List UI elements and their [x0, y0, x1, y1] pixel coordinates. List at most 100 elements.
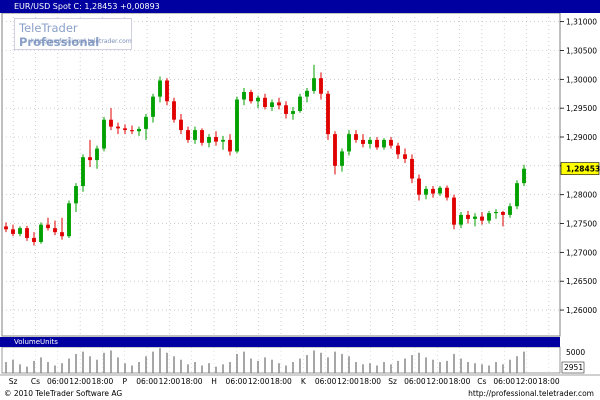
- y-tick-label: 1,27000: [566, 248, 597, 257]
- candle-body: [158, 80, 162, 97]
- x-tick-label: 12:00: [159, 377, 181, 386]
- candle-body: [53, 228, 57, 233]
- volume-bar: [110, 350, 112, 373]
- candle-body: [221, 139, 225, 142]
- candle-body: [333, 134, 337, 166]
- candle-body: [228, 139, 232, 152]
- candle-body: [396, 145, 400, 155]
- volume-bar: [502, 364, 504, 373]
- x-tick-label: 06:00: [315, 377, 337, 386]
- candle-body: [403, 154, 407, 159]
- candle-body: [193, 130, 197, 140]
- x-tick-label: Sz: [388, 377, 397, 386]
- candle-body: [354, 134, 358, 140]
- chart-header: EUR/USD Spot C: 1,28453 +0,00893: [0, 0, 600, 13]
- volume-bar: [131, 365, 133, 373]
- x-tick-label: Cs: [477, 377, 486, 386]
- x-tick-label: 12:00: [337, 377, 359, 386]
- volume-bar: [285, 365, 287, 373]
- candle-body: [389, 139, 393, 146]
- volume-bar: [292, 362, 294, 373]
- candle-body: [130, 130, 134, 132]
- candle-body: [417, 178, 421, 195]
- volume-bar: [61, 363, 63, 373]
- x-tick-label: Cs: [31, 377, 40, 386]
- x-tick-label: 12:00: [69, 377, 91, 386]
- candle-body: [284, 105, 288, 114]
- copyright: © 2010 TeleTrader Software AG: [4, 389, 123, 398]
- volume-bar: [257, 360, 259, 373]
- y-tick-label: 1,29000: [566, 133, 597, 142]
- candle-body: [459, 214, 463, 225]
- candle-body: [165, 80, 169, 102]
- footer: © 2010 TeleTrader Software AG http://pro…: [0, 387, 600, 400]
- candle-body: [501, 211, 505, 215]
- y-tick-label: 1,28000: [566, 191, 597, 200]
- candle-body: [214, 137, 218, 142]
- watermark-logo: TeleTrader Professional http://professio…: [14, 18, 132, 50]
- x-tick-label: 18:00: [449, 377, 471, 386]
- volume-bar: [439, 362, 441, 373]
- volume-bar: [89, 356, 91, 373]
- volume-bar: [390, 364, 392, 373]
- candle-body: [312, 78, 316, 91]
- volume-bar: [194, 362, 196, 373]
- volume-tick-top: 5000: [566, 348, 585, 357]
- volume-bar: [26, 366, 28, 373]
- volume-label: Volume: [14, 338, 41, 346]
- y-tick-label: 1,29500: [566, 104, 597, 113]
- volume-bar: [243, 351, 245, 373]
- volume-bar: [348, 356, 350, 373]
- candle-body: [438, 187, 442, 194]
- volume-bar: [383, 362, 385, 373]
- y-tick-label: 1,31000: [566, 18, 597, 27]
- candle-body: [11, 229, 15, 234]
- candle-body: [340, 151, 344, 166]
- candle-body: [88, 157, 92, 161]
- volume-bar: [334, 351, 336, 373]
- volume-bar: [103, 352, 105, 373]
- volume-bar: [68, 358, 70, 373]
- candle-body: [200, 130, 204, 143]
- volume-bar: [425, 357, 427, 373]
- candle-body: [347, 134, 351, 152]
- candle-body: [431, 188, 435, 194]
- x-tick-label: 12:00: [516, 377, 538, 386]
- volume-bar: [509, 359, 511, 373]
- candle-body: [60, 232, 64, 237]
- volume-bar: [250, 358, 252, 373]
- volume-bar: [299, 358, 301, 373]
- y-tick-label: 1,30500: [566, 46, 597, 55]
- x-tick-label: 18:00: [270, 377, 292, 386]
- volume-bar: [12, 359, 14, 373]
- volume-bar: [159, 348, 161, 373]
- candle-body: [18, 228, 22, 234]
- candle-body: [480, 216, 484, 221]
- volume-bar: [411, 355, 413, 373]
- volume-bar: [173, 356, 175, 373]
- candle-body: [277, 102, 281, 106]
- volume-bar: [320, 352, 322, 373]
- candle-body: [123, 128, 127, 131]
- y-tick-label: 1,26000: [566, 306, 597, 315]
- volume-bar: [404, 358, 406, 373]
- candle-body: [522, 168, 526, 184]
- volume-header: VolumeUnits: [0, 337, 560, 347]
- x-tick-label: 06:00: [404, 377, 426, 386]
- candle-body: [67, 203, 71, 237]
- chart-window: Sz Cs 06:00 12:00 18:00 P 06:00 12:00 18:00 H 06:0…: [0, 0, 600, 400]
- y-tick-label: 1,30000: [566, 75, 597, 84]
- candle-body: [25, 228, 29, 238]
- x-tick-label: 18:00: [538, 377, 560, 386]
- volume-bar: [432, 359, 434, 373]
- candle-body: [74, 186, 78, 204]
- volume-bar: [376, 365, 378, 373]
- candle-body: [375, 139, 379, 148]
- candle-body: [291, 111, 295, 114]
- volume-bar: [82, 351, 84, 373]
- candle-body: [207, 137, 211, 143]
- candle-body: [263, 97, 267, 108]
- volume-bar: [201, 365, 203, 373]
- volume-bar: [5, 362, 7, 373]
- x-tick-label: 12:00: [248, 377, 270, 386]
